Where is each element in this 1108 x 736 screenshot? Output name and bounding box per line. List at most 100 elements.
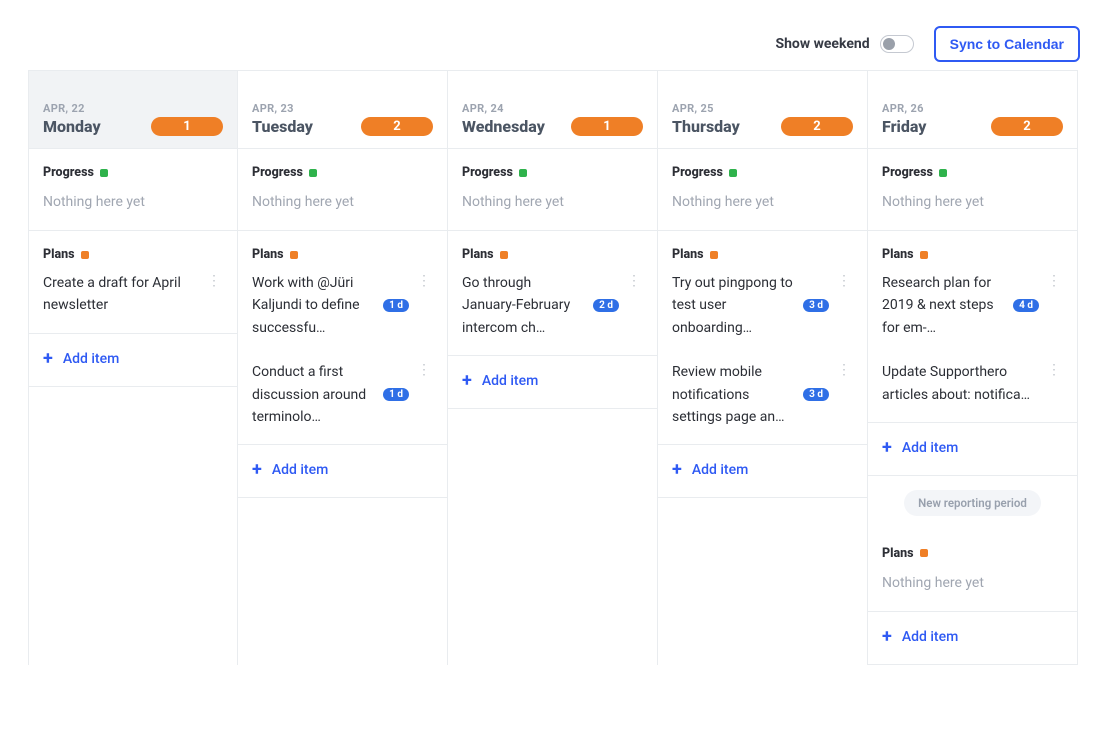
plan-item-menu-icon[interactable]: ⋮	[1045, 361, 1063, 379]
new-reporting-period-label: New reporting period	[904, 490, 1041, 516]
progress-section: ProgressNothing here yet	[448, 149, 657, 231]
add-item-button[interactable]: + Add item	[868, 423, 1077, 476]
day-date-label: APR, 23	[252, 102, 313, 115]
plan-item-menu-icon[interactable]: ⋮	[205, 272, 223, 290]
plans-label: Plans	[43, 247, 75, 262]
day-column: APR, 25 Thursday 2 ProgressNothing here yet…	[658, 70, 868, 665]
plans-section: Plans Work with @Jüri Kaljun­di to define…	[238, 231, 447, 445]
plan-item-age-pill: 4 d	[1013, 299, 1039, 312]
day-column: APR, 24Wednesday1ProgressNothing here ye…	[448, 70, 658, 665]
plans-color-icon	[81, 251, 89, 259]
progress-color-icon	[100, 169, 108, 177]
plan-item-text: Go through January-February intercom ch…	[462, 272, 587, 339]
plans-section: PlansCreate a draft for April newsletter…	[29, 231, 237, 334]
day-date-label: APR, 26	[882, 102, 926, 115]
plan-item[interactable]: Update Supporthero articles about: notif…	[882, 351, 1063, 418]
add-item-label: Add item	[902, 440, 958, 456]
plans-color-icon	[500, 251, 508, 259]
add-item-button[interactable]: + Add item	[448, 356, 657, 409]
plans-color-icon	[710, 251, 718, 259]
plan-item-menu-icon[interactable]: ⋮	[835, 361, 853, 379]
day-count-badge: 1	[151, 117, 223, 136]
plans-label: Plans	[462, 247, 494, 262]
progress-color-icon	[939, 169, 947, 177]
plans-section: PlansTry out pingpong to test user onboa…	[658, 231, 867, 445]
progress-empty-text: Nothing here yet	[43, 180, 223, 226]
add-item-label: Add item	[482, 373, 538, 389]
plus-icon: +	[462, 372, 472, 390]
plan-item-text: Review mobile notifica­tions settings pa…	[672, 361, 797, 428]
day-count-badge: 2	[991, 117, 1063, 136]
plan-item[interactable]: Try out pingpong to test user onboarding…	[672, 262, 853, 351]
add-item-label: Add item	[63, 351, 119, 367]
plan-item[interactable]: Go through January-February intercom ch……	[462, 262, 643, 351]
day-name: Friday	[882, 117, 926, 136]
plan-item-age-pill: 3 d	[803, 299, 829, 312]
add-item-label: Add item	[692, 462, 748, 478]
progress-label: Progress	[672, 165, 723, 180]
plan-item-menu-icon[interactable]: ⋮	[1045, 272, 1063, 290]
progress-color-icon	[729, 169, 737, 177]
plans-section: PlansResearch plan for 2019 & next steps…	[868, 231, 1077, 423]
plans-label: Plans	[252, 247, 284, 262]
plan-item-menu-icon[interactable]: ⋮	[415, 272, 433, 290]
progress-label: Progress	[462, 165, 513, 180]
plus-icon: +	[882, 628, 892, 646]
day-header: APR, 24Wednesday1	[448, 71, 657, 149]
plans-label: Plans	[882, 546, 914, 561]
progress-color-icon	[309, 169, 317, 177]
plan-item-text: Update Supporthero articles about: notif…	[882, 361, 1039, 406]
plan-item-menu-icon[interactable]: ⋮	[835, 272, 853, 290]
progress-section: ProgressNothing here yet	[29, 149, 237, 231]
day-header: APR, 22Monday1	[29, 71, 237, 149]
day-name: Tuesday	[252, 117, 313, 136]
progress-label: Progress	[43, 165, 94, 180]
plan-item-menu-icon[interactable]: ⋮	[625, 272, 643, 290]
add-item-button[interactable]: +Add item	[238, 445, 447, 498]
day-count-badge: 2	[361, 117, 433, 136]
plan-item[interactable]: Create a draft for April newsletter ⋮	[43, 262, 223, 329]
plan-item[interactable]: Conduct a first discus­sion around termi…	[252, 351, 433, 440]
progress-label: Progress	[252, 165, 303, 180]
plan-item-age-pill: 1 d	[383, 388, 409, 401]
progress-empty-text: Nothing here yet	[672, 180, 853, 226]
plus-icon: +	[672, 461, 682, 479]
plan-item[interactable]: Research plan for 2019 & next steps for …	[882, 262, 1063, 351]
plans-label: Plans	[882, 247, 914, 262]
progress-empty-text: Nothing here yet	[462, 180, 643, 226]
new-reporting-period-chip: New reporting period	[868, 476, 1077, 530]
plan-item-age-pill: 3 d	[803, 388, 829, 401]
add-item-label: Add item	[902, 629, 958, 645]
add-item-button[interactable]: + Add item	[29, 334, 237, 387]
progress-section: ProgressNothing here yet	[658, 149, 867, 231]
plus-icon: +	[252, 461, 262, 479]
progress-color-icon	[519, 169, 527, 177]
sync-to-calendar-button[interactable]: Sync to Calendar	[934, 26, 1080, 62]
plans-section: PlansGo through January-February interco…	[448, 231, 657, 356]
plans-color-icon	[290, 251, 298, 259]
plan-item-text: Try out pingpong to test user onboarding…	[672, 272, 797, 339]
plus-icon: +	[882, 439, 892, 457]
plan-item-menu-icon[interactable]: ⋮	[415, 361, 433, 379]
progress-empty-text: Nothing here yet	[882, 180, 1063, 226]
add-item-button[interactable]: + Add item	[658, 445, 867, 498]
plan-item[interactable]: Work with @Jüri Kaljun­di to define succ…	[252, 262, 433, 351]
day-column: APR, 23Tuesday2ProgressNothing here yetP…	[238, 70, 448, 665]
day-name: Monday	[43, 117, 101, 136]
day-count-badge: 2	[781, 117, 853, 136]
plan-item-text: Create a draft for April newsletter	[43, 272, 199, 317]
plan-item-text: Work with @Jüri Kaljun­di to define succ…	[252, 272, 377, 339]
progress-section: ProgressNothing here yet	[238, 149, 447, 231]
plan-item-age-pill: 1 d	[383, 299, 409, 312]
plans-section: PlansNothing here yet	[868, 530, 1077, 612]
day-header: APR, 26 Friday 2	[868, 71, 1077, 149]
plan-item[interactable]: Review mobile notifica­tions settings pa…	[672, 351, 853, 440]
add-item-button[interactable]: + Add item	[868, 612, 1077, 665]
progress-label: Progress	[882, 165, 933, 180]
day-date-label: APR, 24	[462, 102, 545, 115]
day-name: Thursday	[672, 117, 740, 136]
day-header: APR, 23 Tuesday 2	[238, 71, 447, 149]
plus-icon: +	[43, 350, 53, 368]
day-date-label: APR, 25	[672, 102, 740, 115]
show-weekend-toggle[interactable]	[880, 35, 914, 53]
